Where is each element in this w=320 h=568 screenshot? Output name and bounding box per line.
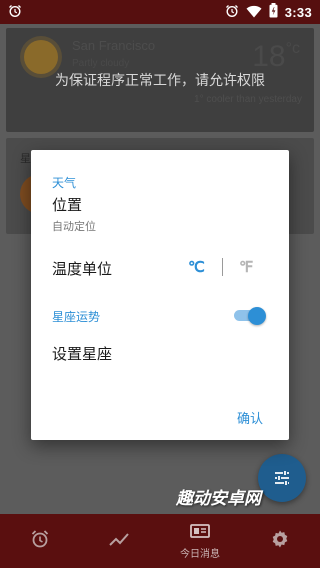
nav-item-news[interactable]: 今日消息	[160, 514, 240, 568]
celsius-option[interactable]: ℃	[188, 258, 205, 276]
status-bar: 3:33	[0, 0, 320, 24]
weather-section-header: 天气	[52, 176, 77, 190]
nav-item-alarm[interactable]	[0, 514, 80, 568]
alarm-icon	[30, 529, 50, 553]
set-zodiac-setting[interactable]: 设置星座	[52, 343, 112, 364]
settings-dialog: 天气 位置 自动定位 温度单位 ℃ ℉ 星座运势 设置星座 确认	[31, 150, 289, 440]
status-time: 3:33	[284, 4, 312, 20]
fahrenheit-option[interactable]: ℉	[239, 258, 253, 276]
unit-divider	[222, 258, 223, 276]
location-value: 自动定位	[52, 220, 96, 233]
nav-item-settings[interactable]	[240, 514, 320, 568]
news-icon	[190, 523, 210, 542]
alarm-icon	[8, 3, 22, 22]
alarm-clock-icon	[225, 3, 239, 22]
horoscope-toggle[interactable]	[234, 307, 266, 325]
temperature-unit-label: 温度单位	[52, 260, 113, 278]
city-name: San Francisco	[72, 38, 156, 53]
sliders-icon	[272, 468, 292, 492]
nav-item-trend[interactable]	[80, 514, 160, 568]
toggle-knob	[248, 307, 266, 325]
horoscope-section-header: 星座运势	[52, 310, 101, 324]
permission-message: 为保证程序正常工作，请允许权限	[55, 73, 265, 89]
filter-fab-button[interactable]	[258, 454, 306, 502]
battery-icon	[269, 2, 278, 22]
watermark-text: 趣动安卓网	[176, 489, 261, 509]
temperature: 18°c	[252, 40, 300, 73]
weather-condition: Partly cloudy	[72, 58, 130, 69]
bottom-nav: 今日消息	[0, 514, 320, 568]
confirm-button[interactable]: 确认	[237, 408, 263, 427]
settings-icon	[270, 529, 290, 553]
wifi-icon	[246, 3, 262, 22]
nav-item-news-label: 今日消息	[180, 548, 220, 560]
weather-card[interactable]: San Francisco Partly cloudy 18°c 1° cool…	[6, 28, 314, 132]
temperature-compare: 1° cooler than yesterday	[194, 94, 302, 105]
location-setting[interactable]: 位置	[52, 194, 82, 215]
partly-cloudy-icon	[24, 40, 58, 74]
trend-icon	[109, 531, 131, 551]
